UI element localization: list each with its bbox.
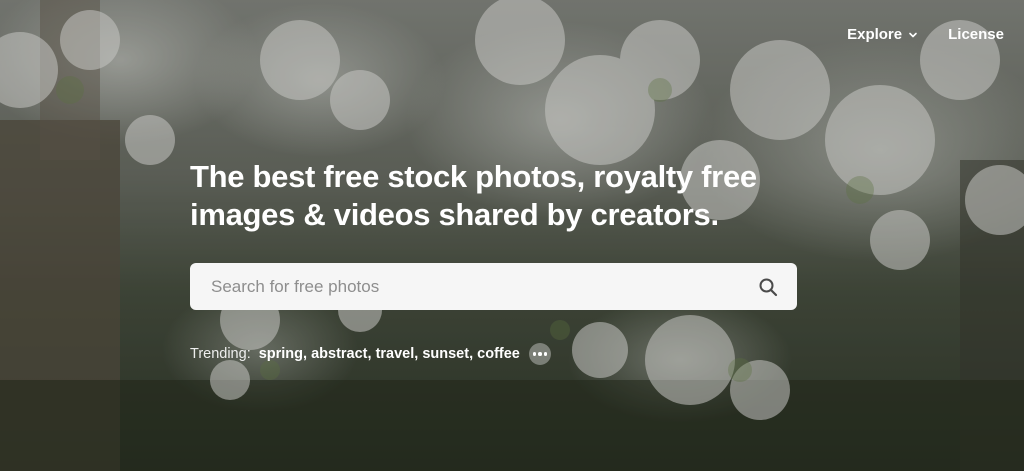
- trending-list: spring, abstract, travel, sunset, coffee: [259, 346, 520, 362]
- search-bar: [190, 263, 797, 310]
- trending-link[interactable]: coffee: [477, 346, 520, 362]
- more-dots-icon: [532, 352, 537, 356]
- more-dots-icon: [543, 352, 548, 356]
- separator: ,: [303, 346, 312, 362]
- license-label: License: [948, 26, 1004, 43]
- trending-searches: Trending: spring, abstract, travel, suns…: [190, 343, 551, 365]
- separator: ,: [469, 346, 478, 362]
- more-dots-icon: [538, 352, 542, 356]
- trending-link[interactable]: travel: [376, 346, 415, 362]
- image-dim-overlay: [0, 0, 1024, 471]
- trending-label: Trending:: [190, 346, 251, 362]
- more-trending-button[interactable]: [528, 343, 551, 365]
- search-input[interactable]: [209, 275, 757, 298]
- license-link[interactable]: License: [948, 26, 1004, 43]
- separator: ,: [367, 346, 376, 362]
- search-button[interactable]: [757, 276, 779, 298]
- explore-label: Explore: [847, 26, 903, 43]
- search-icon: [759, 278, 778, 296]
- chevron-down-icon: [909, 32, 917, 37]
- trending-link[interactable]: spring: [259, 346, 303, 362]
- trending-link[interactable]: abstract: [311, 346, 367, 362]
- hero-section: Explore License The best free stock phot…: [0, 0, 1024, 471]
- top-navigation: Explore License: [847, 26, 1004, 43]
- explore-menu[interactable]: Explore: [847, 26, 918, 43]
- trending-link[interactable]: sunset: [422, 346, 469, 362]
- hero-headline: The best free stock photos, royalty free…: [190, 159, 757, 232]
- separator: ,: [414, 346, 423, 362]
